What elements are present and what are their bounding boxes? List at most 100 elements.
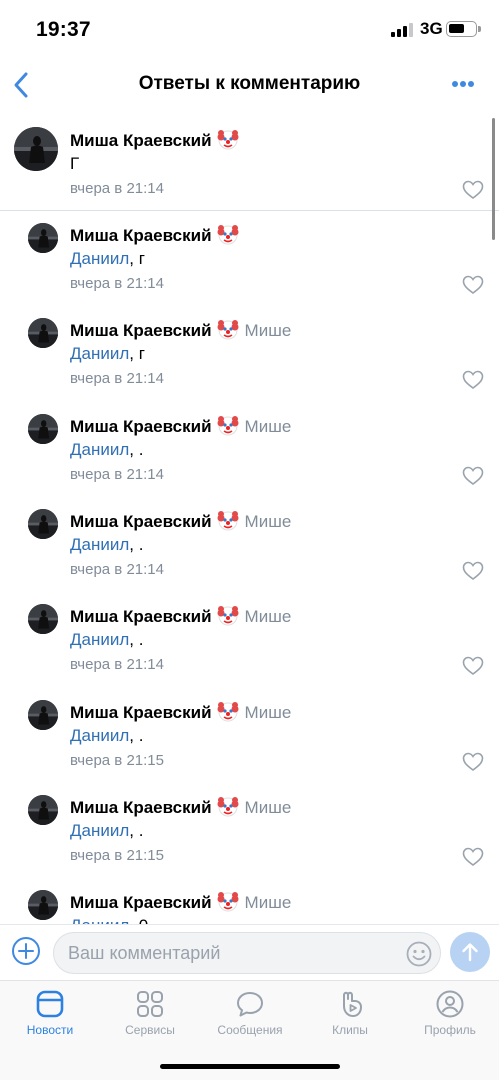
reply-item: Миша Краевский Мише Даниил, . вчера в 21:15: [0, 779, 499, 875]
news-icon: [36, 990, 64, 1018]
reply-text: , .: [129, 820, 144, 840]
comment-time: вчера в 21:14: [70, 180, 164, 197]
reply-to-label[interactable]: Мише: [245, 321, 292, 340]
avatar[interactable]: [28, 890, 58, 921]
clips-icon: [343, 991, 363, 1018]
heart-icon[interactable]: [462, 561, 484, 581]
comment-time: вчера в 21:14: [70, 656, 164, 674]
send-arrow-up-icon: [462, 943, 478, 962]
mention-link[interactable]: Даниил: [70, 440, 129, 459]
mention-link[interactable]: Даниил: [70, 821, 129, 840]
tab-label: Новости: [26, 1023, 74, 1037]
mention-link[interactable]: Даниил: [70, 535, 129, 554]
avatar[interactable]: [28, 318, 58, 349]
comment-text: Даниил, .: [70, 535, 143, 555]
services-grid-icon: [137, 991, 163, 1017]
avatar[interactable]: [28, 794, 58, 825]
tab-label: Клипы: [332, 1023, 368, 1037]
reply-to-label[interactable]: Мише: [245, 512, 292, 531]
network-type: 3G: [420, 19, 443, 38]
comment-input[interactable]: [68, 933, 398, 973]
clown-face-icon: [217, 606, 239, 626]
tab-label: Сообщения: [217, 1023, 283, 1037]
reply-text: , .: [129, 534, 144, 554]
comment-author[interactable]: Миша Краевский: [70, 321, 212, 340]
mention-link[interactable]: Даниил: [70, 630, 129, 649]
comment-time: вчера в 21:14: [70, 370, 164, 388]
avatar[interactable]: [28, 413, 58, 444]
reply-to-label[interactable]: Мише: [245, 893, 292, 912]
status-bar: 19:37 3G: [0, 0, 499, 58]
comment-time: вчера в 21:15: [70, 751, 164, 769]
tab-label: Профиль: [424, 1023, 476, 1037]
profile-icon: [436, 990, 464, 1018]
heart-icon[interactable]: [462, 275, 484, 295]
comment-text: Даниил, г: [70, 344, 145, 364]
reply-item: Миша Краевский Мише Даниил, . вчера в 21:15: [0, 684, 499, 780]
comment-input-box: [53, 932, 441, 974]
comments-thread[interactable]: Миша Краевский Г вчера в 21:14 Миша Крае…: [0, 112, 499, 924]
reply-item: Миша Краевский Мише Даниил, г вчера в 21:14: [0, 302, 499, 398]
more-button[interactable]: [444, 74, 476, 94]
comment-time: вчера в 21:14: [70, 465, 164, 483]
screen: 19:37 3G Ответы к комментарию Миша Краев…: [0, 0, 499, 1080]
tab-label: Сервисы: [125, 1023, 175, 1037]
reply-to-label[interactable]: Мише: [245, 798, 292, 817]
comment-text: Даниил, .: [70, 821, 143, 841]
reply-text: , г: [129, 249, 145, 268]
tab-news[interactable]: Новости: [0, 987, 100, 1049]
signal-icon: [391, 23, 415, 37]
tab-services[interactable]: Сервисы: [100, 987, 200, 1049]
avatar[interactable]: [28, 699, 58, 730]
clown-face-icon: [217, 892, 239, 912]
reply-item: Миша Краевский Мише Даниил, 0: [0, 874, 499, 924]
comment-author[interactable]: Миша Краевский: [70, 893, 212, 912]
reply-item: Миша Краевский Даниил, г вчера в 21:14: [0, 207, 499, 303]
mention-link[interactable]: Даниил: [70, 916, 129, 924]
comment-author[interactable]: Миша Краевский: [70, 417, 212, 436]
tab-messages[interactable]: Сообщения: [200, 987, 300, 1049]
battery-icon: [446, 21, 481, 37]
heart-icon[interactable]: [462, 180, 484, 200]
comment-author[interactable]: Миша Краевский: [70, 226, 212, 245]
comment-author[interactable]: Миша Краевский: [70, 798, 212, 817]
mention-link[interactable]: Даниил: [70, 344, 129, 363]
avatar[interactable]: [28, 223, 58, 253]
clown-face-icon: [217, 130, 239, 150]
tab-profile[interactable]: Профиль: [400, 987, 499, 1049]
comment-text: Даниил, .: [70, 440, 143, 460]
heart-icon[interactable]: [462, 466, 484, 486]
avatar[interactable]: [28, 604, 58, 635]
reply-to-label[interactable]: Мише: [245, 607, 292, 626]
reply-text: , г: [129, 344, 145, 364]
avatar[interactable]: [28, 508, 58, 539]
comment-composer: [0, 924, 499, 980]
comment-author[interactable]: Миша Краевский: [70, 607, 212, 626]
reply-item: Миша Краевский Мише Даниил, . вчера в 21:14: [0, 398, 499, 494]
clown-face-icon: [217, 701, 239, 721]
comment-author[interactable]: Миша Краевский: [70, 131, 212, 150]
heart-icon[interactable]: [462, 752, 484, 772]
mention-link[interactable]: Даниил: [70, 726, 129, 745]
plus-circle-icon[interactable]: [10, 935, 42, 967]
message-bubble-icon: [237, 992, 263, 1017]
avatar[interactable]: [14, 127, 58, 171]
page-title: Ответы к комментарию: [138, 73, 361, 94]
header: Ответы к комментарию: [0, 58, 499, 112]
comment-time: вчера в 21:15: [70, 846, 164, 864]
heart-icon[interactable]: [462, 847, 484, 867]
heart-icon[interactable]: [462, 370, 484, 390]
comment-text: Даниил, .: [70, 726, 143, 746]
reply-to-label[interactable]: Мише: [245, 417, 292, 436]
mention-link[interactable]: Даниил: [70, 249, 129, 268]
reply-to-label[interactable]: Мише: [245, 703, 292, 722]
scrollbar[interactable]: [492, 118, 495, 240]
status-time: 19:37: [36, 18, 91, 41]
smile-icon[interactable]: [405, 940, 433, 968]
comment-author[interactable]: Миша Краевский: [70, 703, 212, 722]
send-button[interactable]: [450, 932, 490, 972]
comment-author[interactable]: Миша Краевский: [70, 512, 212, 531]
comment-text: Г: [70, 154, 80, 173]
tab-clips[interactable]: Клипы: [300, 987, 400, 1049]
heart-icon[interactable]: [462, 656, 484, 676]
